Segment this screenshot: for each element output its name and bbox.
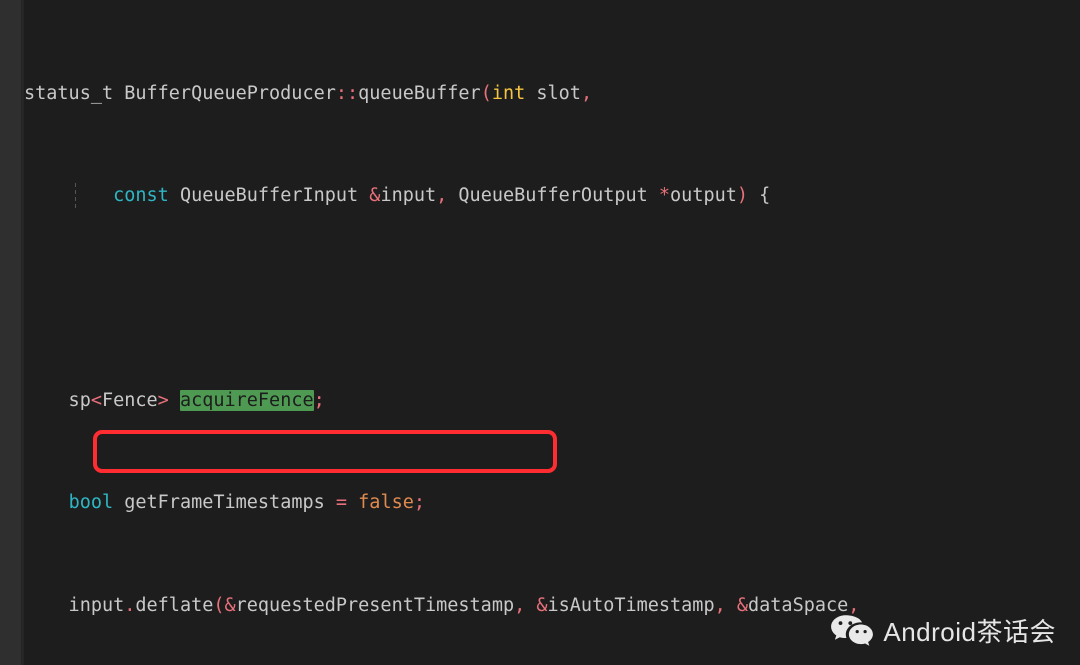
watermark-label: Android茶话会 xyxy=(883,617,1056,647)
code-line: status_t BufferQueueProducer::queueBuffe… xyxy=(24,82,593,104)
wechat-icon xyxy=(830,614,874,648)
code-line: bool getFrameTimestamps = false; xyxy=(68,492,426,514)
search-match: acquireFence xyxy=(179,389,314,411)
editor-gutter xyxy=(0,0,21,665)
code-line: sp<Fence> acquireFence; xyxy=(24,389,325,411)
code-line: const QueueBufferInput &input, QueueBuff… xyxy=(24,183,1080,209)
watermark: Android茶话会 xyxy=(830,612,1056,649)
code-editor: status_t BufferQueueProducer::queueBuffe… xyxy=(0,0,1080,665)
code-content[interactable]: status_t BufferQueueProducer::queueBuffe… xyxy=(24,0,1080,665)
